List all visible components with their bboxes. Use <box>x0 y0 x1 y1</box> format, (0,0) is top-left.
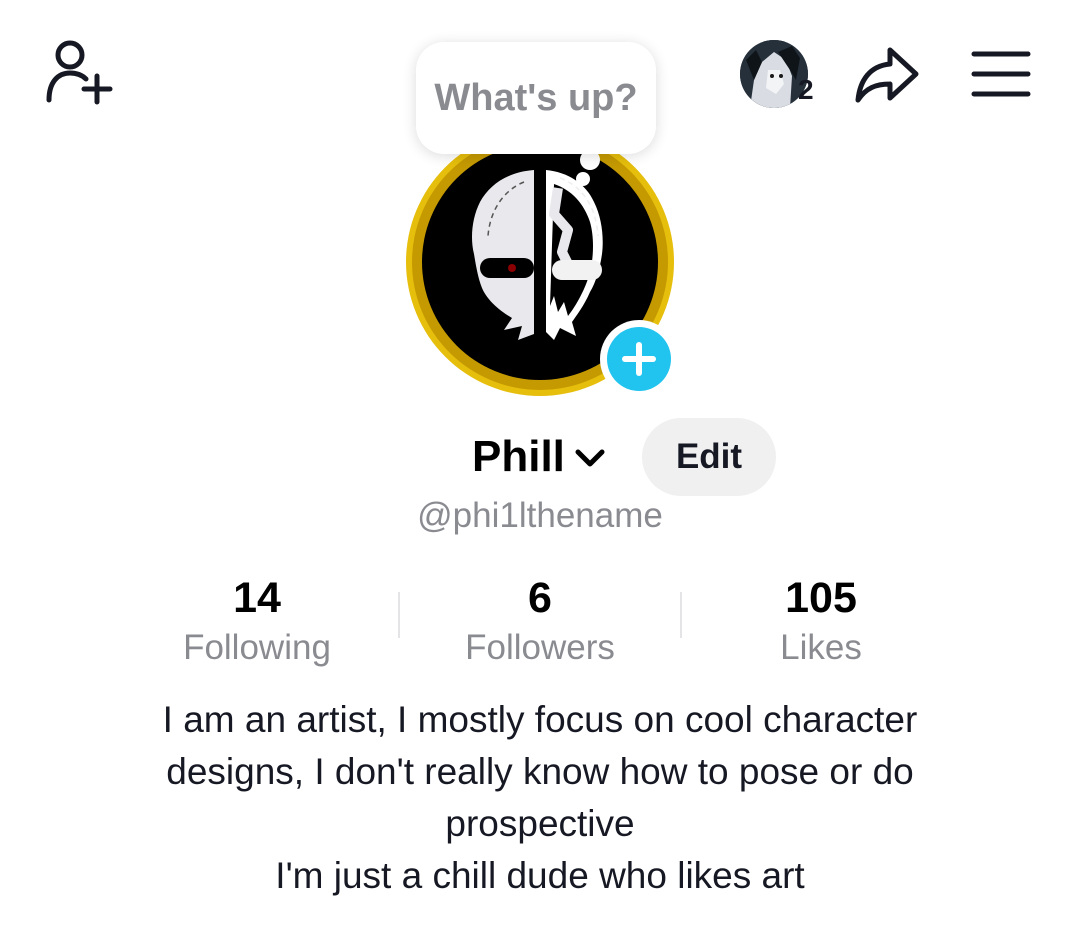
share-arrow-icon <box>855 47 919 103</box>
stat-value: 6 <box>528 574 552 622</box>
bio-line: I am an artist, I mostly focus on cool c… <box>162 699 918 740</box>
add-story-button[interactable] <box>600 320 678 398</box>
bio-line: I'm just a chill dude who likes art <box>275 855 805 896</box>
bio-line: prospective <box>445 803 635 844</box>
add-friend-button[interactable] <box>40 38 120 110</box>
person-add-icon <box>46 40 113 105</box>
stat-label: Likes <box>780 628 862 667</box>
stat-likes[interactable]: 105 Likes <box>681 572 961 670</box>
stat-following[interactable]: 14 Following <box>117 572 397 670</box>
edit-profile-button[interactable]: Edit <box>642 418 776 496</box>
stat-value: 14 <box>233 574 281 622</box>
profile-bio: I am an artist, I mostly focus on cool c… <box>60 694 1020 902</box>
stat-followers[interactable]: 6 Followers <box>400 572 680 670</box>
hamburger-menu-icon <box>971 51 1031 97</box>
plus-icon <box>607 327 671 391</box>
menu-button[interactable] <box>970 46 1032 102</box>
bubble-tail-dot <box>576 172 590 186</box>
whats-up-bubble[interactable]: What's up? <box>416 42 656 154</box>
stories-count-badge: 2 <box>798 74 814 105</box>
stat-label: Following <box>183 628 331 667</box>
profile-name[interactable]: Phill <box>472 432 565 482</box>
stat-label: Followers <box>465 628 615 667</box>
friends-stories-button[interactable]: 2 <box>740 40 814 110</box>
stat-value: 105 <box>785 574 857 622</box>
share-profile-button[interactable] <box>852 42 924 108</box>
chevron-down-icon[interactable] <box>572 444 608 474</box>
bio-line: designs, I don't really know how to pose… <box>166 751 914 792</box>
profile-handle: @phi1lthename <box>417 496 663 535</box>
